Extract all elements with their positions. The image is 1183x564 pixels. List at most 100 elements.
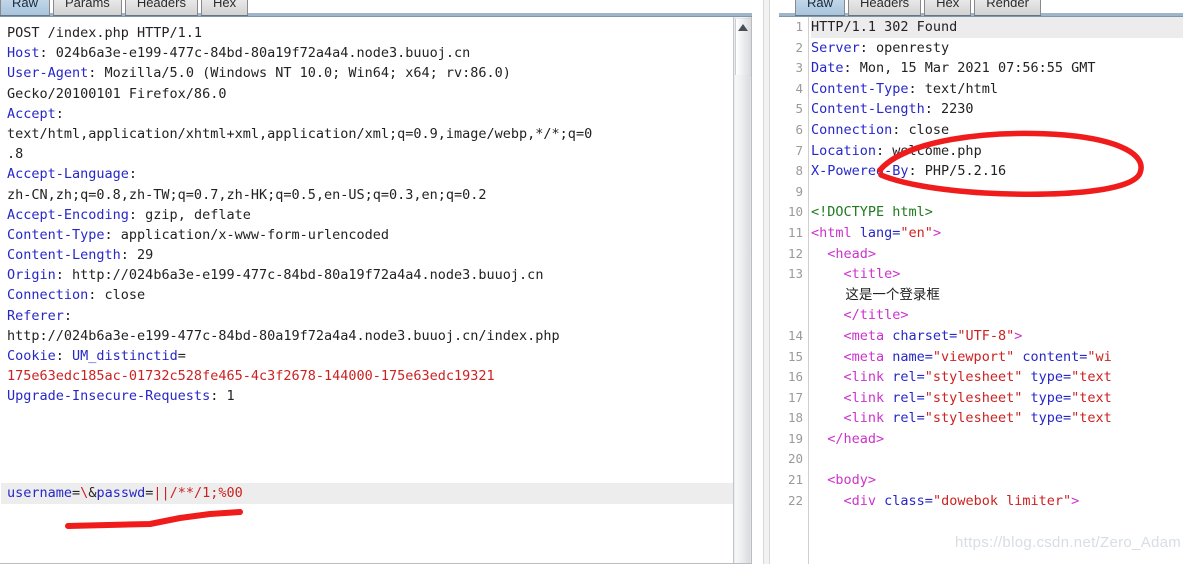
code-token: <body> (811, 472, 877, 489)
burp-suite-repeater-window: Raw Params Headers Hex Raw Headers Hex Render … (0, 0, 1183, 564)
code-token: "en" (900, 224, 933, 241)
scroll-up-arrow-icon[interactable] (734, 19, 751, 35)
line-number: 17 (787, 389, 803, 405)
line-number: 8 (795, 163, 803, 179)
body-token: passwd (96, 485, 146, 501)
code-token: : welcome.php (876, 142, 982, 159)
code-token: 这是一个登录框 (811, 286, 940, 303)
code-line: <!DOCTYPE html> (811, 202, 1183, 223)
request-tabstrip: Raw Params Headers Hex (0, 0, 249, 15)
code-token: : openresty (859, 39, 950, 56)
code-line: Host: 024b6a3e-e199-477c-84bd-80a19f72a4… (7, 43, 751, 63)
code-token: Connection (811, 121, 893, 138)
code-line: HTTP/1.1 302 Found (811, 17, 1183, 38)
request-tab-headers[interactable]: Headers (124, 0, 198, 15)
code-line: Content-Type: application/x-www-form-url… (7, 225, 751, 245)
line-number: 18 (787, 410, 803, 426)
request-tab-params[interactable]: Params (53, 0, 122, 15)
code-token: </head> (811, 430, 885, 447)
response-raw-text[interactable]: HTTP/1.1 302 Found Server: openresty Date:… (811, 17, 1183, 511)
code-token: : text/html (908, 80, 998, 97)
code-token: <!DOCTYPE html> (811, 204, 933, 221)
body-token: = (72, 485, 81, 501)
code-token: Gecko/20100101 Firefox/86.0 (7, 85, 227, 102)
code-token: "stylesheet" (924, 369, 1023, 386)
code-token: X-Powered-By (811, 163, 909, 180)
code-token: "viewport" (932, 348, 1015, 365)
request-vertical-scrollbar[interactable] (733, 17, 751, 563)
code-token: Connection (7, 287, 89, 304)
code-line: Accept-Language: (7, 164, 751, 184)
code-line: <link rel="stylesheet" type="text (811, 408, 1183, 429)
line-number: 20 (787, 451, 803, 467)
line-number: 10 (787, 204, 803, 220)
code-line: <link rel="stylesheet" type="text (811, 388, 1183, 409)
line-number: 19 (787, 430, 803, 446)
code-line: Accept: (7, 104, 751, 124)
code-line: Connection: close (7, 285, 751, 305)
divider-handle[interactable] (763, 0, 770, 564)
line-number: 21 (787, 472, 803, 488)
code-token: : Mozilla/5.0 (Windows NT 10.0; Win64; x… (88, 65, 511, 82)
request-tab-hex[interactable]: Hex (200, 0, 249, 15)
response-tab-hex[interactable]: Hex (924, 0, 972, 15)
request-body-text[interactable]: username=\&passwd=||/**/1;%00 (7, 483, 243, 504)
request-editor-panel: POST /index.php HTTP/1.1 Host: 024b6a3e-e… (0, 17, 752, 564)
code-token: : application/x-www-form-urlencoded (104, 226, 390, 243)
code-token: : 29 (120, 247, 154, 264)
code-token: <link (811, 389, 893, 406)
request-raw-text[interactable]: POST /index.php HTTP/1.1 Host: 024b6a3e-e… (1, 17, 751, 427)
response-tab-raw[interactable]: Raw (795, 0, 846, 15)
line-number: 5 (795, 101, 803, 117)
line-number (779, 285, 808, 306)
code-token: : close (892, 121, 950, 138)
code-token: name= (892, 348, 933, 365)
panel-divider[interactable] (753, 0, 779, 564)
code-token: Accept-Encoding (7, 206, 129, 223)
code-token: Accept (7, 105, 56, 122)
code-token: HTTP/1.1 302 Found (811, 19, 958, 35)
code-token: "dowebok limiter" (932, 492, 1072, 509)
request-tab-raw[interactable]: Raw (0, 0, 51, 15)
code-token: Content-Length (7, 247, 121, 264)
code-token: class= (884, 492, 933, 509)
code-token: UM_distinctid (72, 348, 178, 364)
code-line: POST /index.php HTTP/1.1 (7, 23, 751, 43)
code-line: Gecko/20100101 Firefox/86.0 (7, 84, 751, 104)
code-token: rel= (892, 410, 925, 427)
line-number: 16 (787, 369, 803, 385)
code-token: type= (1022, 410, 1072, 427)
response-tabstrip: Raw Headers Hex Render (795, 0, 1041, 15)
code-line: text/html,application/xhtml+xml,applicat… (7, 124, 751, 144)
code-token: rel= (892, 389, 925, 406)
response-tab-headers[interactable]: Headers (848, 0, 922, 15)
code-token: : 2230 (924, 101, 974, 118)
code-line: <div class="dowebok limiter"> (811, 491, 1183, 512)
code-token: Location (811, 142, 877, 159)
code-token: type= (1022, 389, 1072, 406)
code-token: : PHP/5.2.16 (908, 163, 1007, 180)
code-line: Content-Length: 29 (7, 245, 751, 265)
code-token: : 1 (210, 388, 235, 405)
code-token: <title> (811, 266, 901, 283)
code-token: Referer (7, 307, 64, 324)
line-number: 11 (787, 224, 803, 240)
code-token: Content-Type (811, 80, 909, 97)
line-number: 13 (787, 266, 803, 282)
code-line: Content-Type: text/html (811, 79, 1183, 100)
code-line: User-Agent: Mozilla/5.0 (Windows NT 10.0… (7, 63, 751, 83)
code-token: Server (811, 39, 860, 56)
code-token: : 024b6a3e-e199-477c-84bd-80a19f72a4a4.n… (39, 45, 471, 62)
code-line: Location: welcome.php (811, 141, 1183, 162)
code-line: </title> (811, 305, 1183, 326)
code-token: <meta (811, 327, 893, 344)
response-tab-render[interactable]: Render (974, 0, 1041, 15)
code-token: POST /index.php HTTP/1.1 (7, 25, 203, 41)
code-line: Origin: http://024b6a3e-e199-477c-84bd-8… (7, 265, 751, 285)
scrollbar-track[interactable] (735, 75, 750, 563)
code-token: rel= (892, 369, 925, 386)
code-token: "stylesheet" (924, 410, 1023, 427)
code-token: "stylesheet" (924, 389, 1023, 406)
code-line: Referer: (7, 306, 751, 326)
line-number: 12 (787, 245, 803, 261)
